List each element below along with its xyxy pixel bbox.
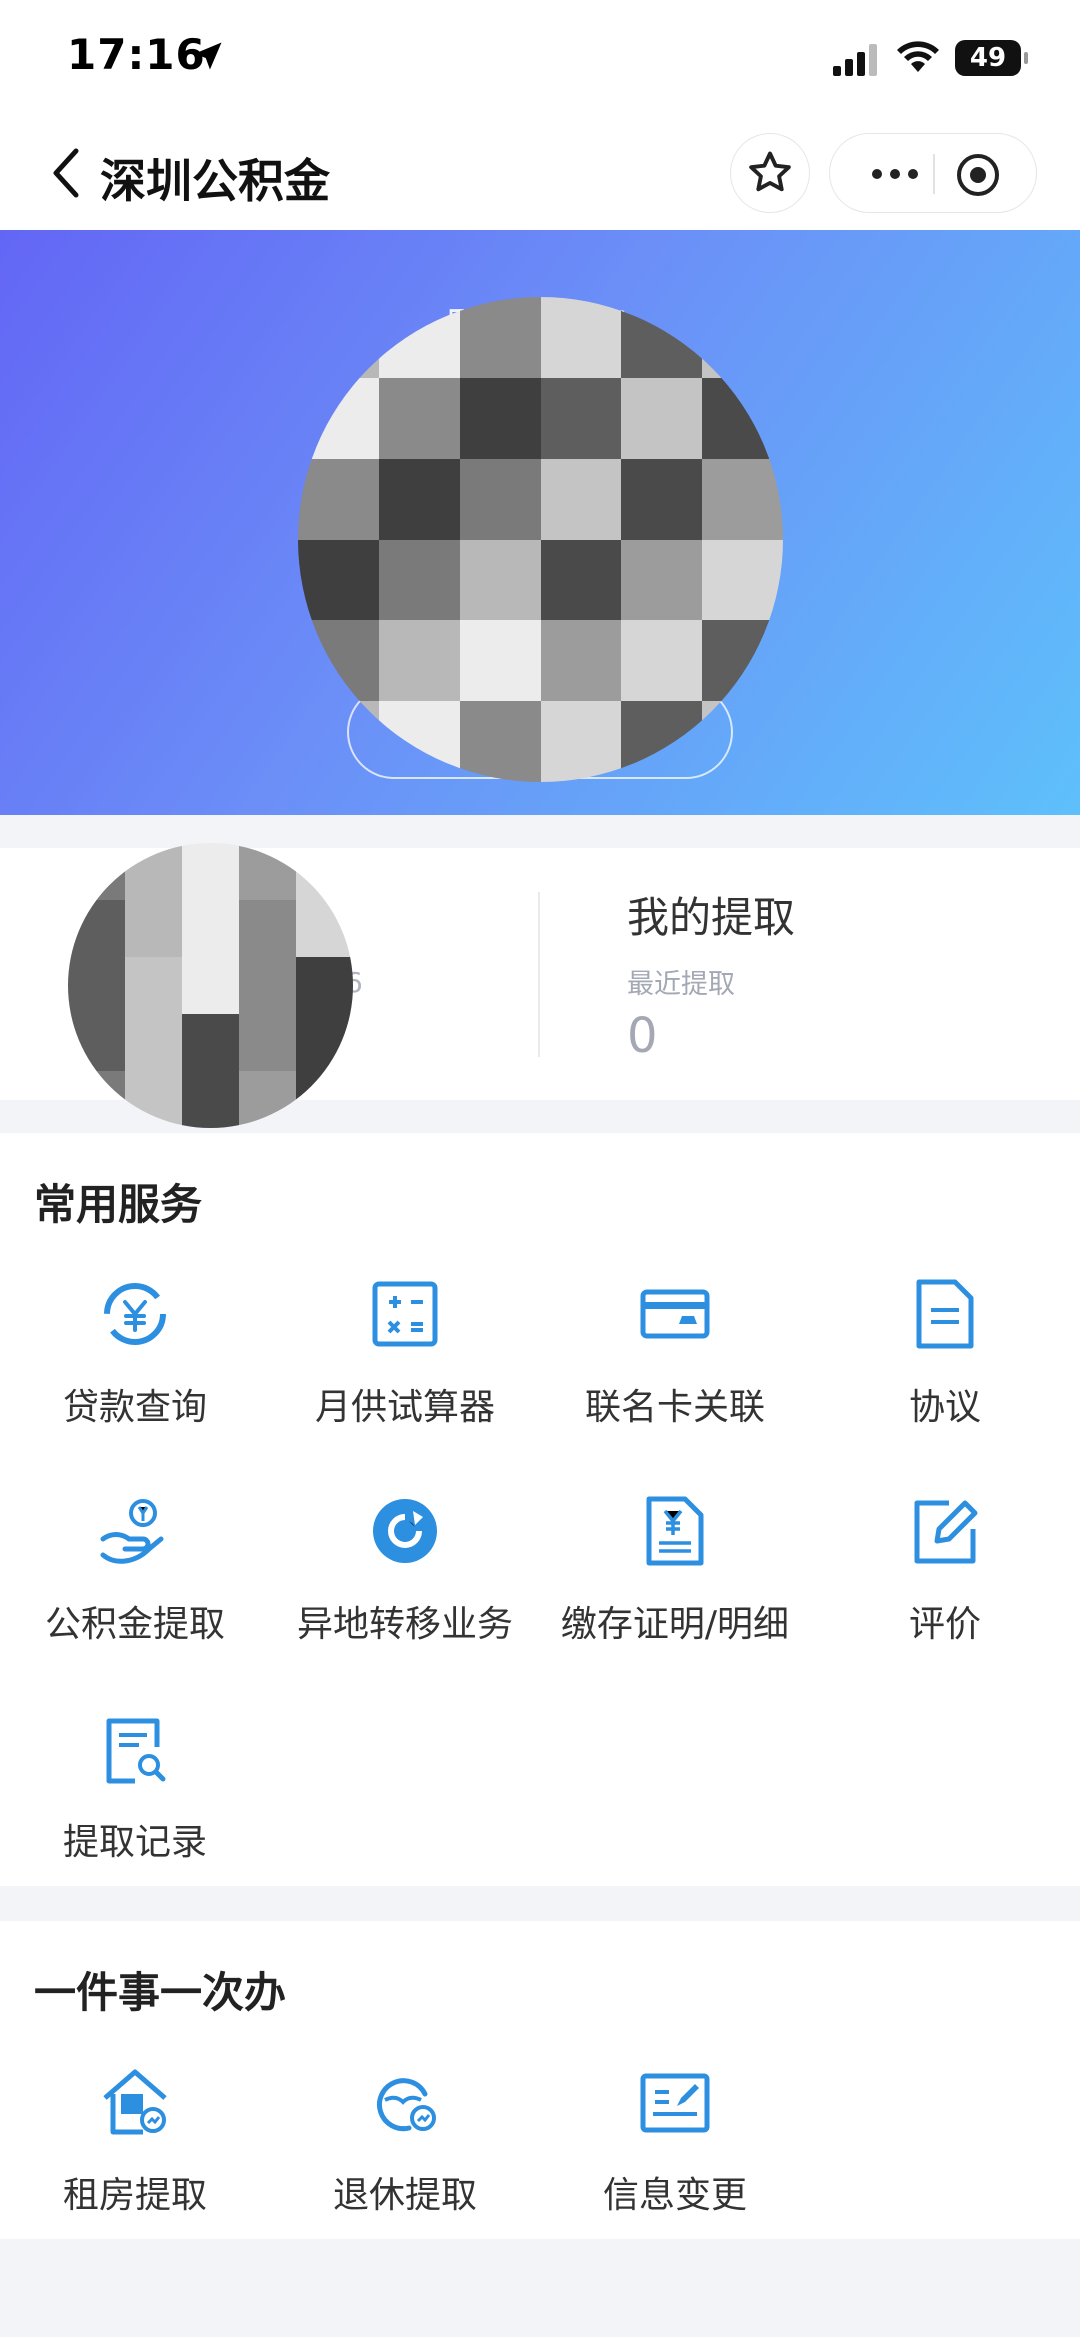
yuan-cycle-icon [104,1283,166,1345]
my-withdraw-title[interactable]: 我的提取 [627,884,795,945]
service-label: 联名卡关联 [584,1387,765,1428]
mosaic-tile [540,539,622,621]
edit-icon [914,1500,978,1564]
mosaic-tile [125,957,182,1014]
mosaic-tile [239,957,296,1014]
star-icon [749,151,791,192]
common-services-section: 常用服务 贷款查询 月供试算器 联名卡关联 协议 公积金提取 异地转移业务 缴存… [0,1133,1080,1886]
card-icon [640,1289,710,1339]
service-label: 协议 [908,1387,981,1428]
service-label: 异地转移业务 [296,1604,513,1645]
retire-icon [376,2078,436,2132]
mosaic-tile [621,539,703,621]
mosaic-tile [182,900,239,957]
mosaic-tile [239,900,296,957]
mosaic-tile [540,458,622,540]
mosaic-tile [182,1071,239,1128]
service-label: 缴存证明/明细 [560,1604,790,1645]
mosaic-tile [540,620,622,702]
calculator-icon [372,1281,438,1347]
privacy-mosaic [68,843,353,1128]
capsule-divider [933,154,935,194]
mosaic-tile [125,1071,182,1128]
mini-program-capsule [829,133,1037,213]
mosaic-tile [125,1014,182,1071]
favorite-button[interactable] [730,133,810,213]
mosaic-tile [378,539,460,621]
battery-indicator: 49 [955,40,1028,76]
mosaic-tile [125,900,182,957]
mosaic-tile [182,1014,239,1071]
mosaic-tile [182,843,239,900]
mosaic-tile [239,1014,296,1071]
document-icon [916,1279,974,1349]
bottom-area [0,2239,1080,2337]
mosaic-tile [459,297,541,378]
mosaic-tile [298,458,379,540]
section-title: 一件事一次办 [34,1968,287,2017]
service-label: 提取记录 [62,1822,207,1863]
receipt-icon [646,1496,704,1566]
more-icon[interactable] [860,154,930,194]
mosaic-tile [296,957,353,1014]
mosaic-tile [621,620,703,702]
service-label: 租房提取 [62,2175,207,2216]
mosaic-tile [702,458,783,540]
status-bar: 17:16 49 [0,0,1080,115]
service-label: 信息变更 [602,2175,747,2216]
service-label: 贷款查询 [62,1387,207,1428]
mosaic-tile [459,701,541,782]
recent-withdraw-label: 最近提取 [627,969,735,1000]
mosaic-tile [621,377,703,459]
location-arrow-icon [194,42,222,70]
search-record-icon [106,1718,166,1784]
service-label: 退休提取 [332,2175,477,2216]
mosaic-tile [540,297,622,378]
nav-bar: 深圳公积金 [0,115,1080,230]
hand-coin-icon [100,1499,164,1564]
mosaic-tile [459,377,541,459]
mosaic-tile [540,701,622,782]
mosaic-tile [239,1071,296,1128]
close-target-icon[interactable] [955,152,1001,198]
cellular-signal-icon [833,44,877,76]
info-change-icon [640,2073,710,2133]
section-title: 常用服务 [34,1180,203,1229]
mosaic-tile [702,539,783,621]
card-divider [538,892,540,1057]
mosaic-tile [459,458,541,540]
mosaic-tile [621,458,703,540]
one-stop-section: 一件事一次办 租房提取 退休提取 信息变更 [0,1921,1080,2239]
mosaic-tile [459,539,541,621]
service-label: 评价 [908,1604,981,1645]
recent-withdraw-value: 0 [627,1008,658,1064]
mosaic-tile [68,957,125,1014]
mosaic-tile [378,458,460,540]
rent-house-icon [103,2069,167,2135]
mosaic-tile [459,620,541,702]
mosaic-tile [378,620,460,702]
wifi-icon [897,41,939,72]
privacy-mosaic [298,297,783,782]
mosaic-tile [298,539,379,621]
back-arrow-icon[interactable] [46,143,86,203]
status-time: 17:16 [67,30,206,79]
mosaic-tile [378,377,460,459]
transfer-icon [373,1499,437,1563]
page-title: 深圳公积金 [100,154,330,208]
mosaic-tile [182,957,239,1014]
mosaic-tile [540,377,622,459]
service-label: 公积金提取 [44,1604,225,1645]
service-label: 月供试算器 [314,1387,495,1428]
